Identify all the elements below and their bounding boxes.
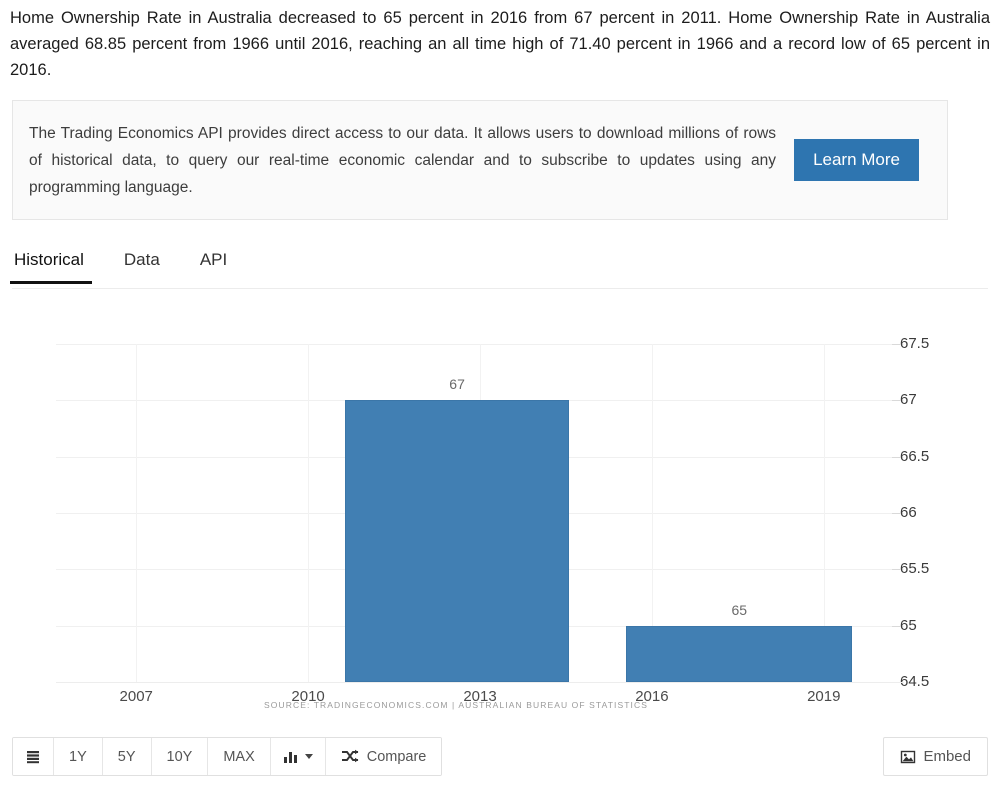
range-1y-button[interactable]: 1Y <box>54 738 103 775</box>
y-axis-label: 65 <box>900 616 917 634</box>
tab-api[interactable]: API <box>198 245 229 284</box>
y-axis-tick <box>892 625 900 627</box>
bar-value-label: 67 <box>449 376 465 393</box>
range-10y-button[interactable]: 10Y <box>151 738 209 775</box>
y-axis-label: 67.5 <box>900 335 930 352</box>
intro-paragraph: Home Ownership Rate in Australia decreas… <box>10 9 990 79</box>
range-5y-button[interactable]: 5Y <box>102 738 152 775</box>
compare-button[interactable]: Compare <box>325 738 442 775</box>
embed-label: Embed <box>923 748 971 765</box>
chevron-down-icon <box>304 754 313 759</box>
x-axis-baseline <box>56 682 904 683</box>
image-icon <box>900 750 916 764</box>
chart-type-dropdown[interactable] <box>270 738 326 775</box>
y-axis-label: 66.5 <box>900 447 930 465</box>
y-axis-label: 67 <box>900 391 917 409</box>
bar-chart-icon <box>283 749 299 764</box>
api-promo-box: The Trading Economics API provides direc… <box>12 100 948 220</box>
y-axis-label: 65.5 <box>900 560 930 578</box>
chart-bar[interactable] <box>626 625 853 682</box>
bar-value-label: 65 <box>731 601 748 618</box>
api-promo-text: The Trading Economics API provides direc… <box>29 124 777 196</box>
gridline-vertical <box>308 344 310 682</box>
gridline-vertical <box>136 344 138 682</box>
y-axis-label: 66 <box>900 504 917 521</box>
shuffle-icon <box>341 749 359 764</box>
tab-bar: Historical Data API <box>10 245 988 289</box>
y-axis-tick <box>892 456 900 458</box>
range-max-button[interactable]: MAX <box>208 738 271 775</box>
y-axis-tick <box>892 569 900 571</box>
tab-data[interactable]: Data <box>122 245 162 284</box>
y-axis-tick <box>892 400 900 402</box>
y-axis-label: 64.5 <box>900 673 930 690</box>
y-axis-tick <box>892 344 900 345</box>
page-root: Home Ownership Rate in Australia decreas… <box>0 0 1000 802</box>
chart-container[interactable]: 67.5 67 66.5 66 65.5 65 64.5 2007 2010 2013 2016 20… <box>12 296 988 726</box>
list-icon-button[interactable] <box>13 738 54 775</box>
chart-source-attribution: SOURCE: TRADINGECONOMICS.COM | AUSTRALIA… <box>264 700 648 710</box>
tab-historical[interactable]: Historical <box>10 245 92 284</box>
y-axis-tick <box>892 513 900 514</box>
chart-toolbar: 1Y 5Y 10Y MAX Compare <box>12 737 443 776</box>
chart-bar[interactable] <box>345 400 569 682</box>
list-icon <box>25 749 41 765</box>
compare-label: Compare <box>366 748 427 765</box>
embed-button[interactable]: Embed <box>883 737 988 776</box>
learn-more-button[interactable]: Learn More <box>794 139 919 181</box>
chart-plot-area[interactable]: 67.5 67 66.5 66 65.5 65 64.5 2007 2010 2013 2016 20… <box>34 320 929 802</box>
